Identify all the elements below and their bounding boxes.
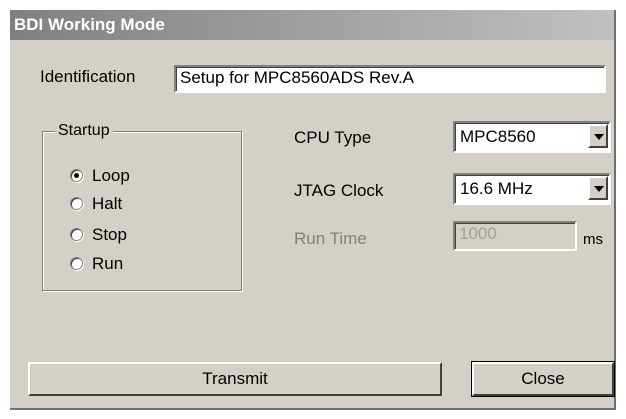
radio-unchecked-icon[interactable] [70,197,83,210]
cpu-type-label: CPU Type [294,128,372,147]
jtag-clock-select[interactable]: 16.6 MHz [453,173,611,205]
run-time-unit: ms [583,231,603,248]
run-time-input: 1000 [453,221,577,251]
close-button[interactable]: Close [471,361,615,397]
dialog-title: BDI Working Mode [10,10,614,40]
identification-input[interactable]: Setup for MPC8560ADS Rev.A [174,65,606,93]
chevron-down-icon[interactable] [588,124,608,148]
cpu-type-select[interactable]: MPC8560 [453,121,611,153]
jtag-clock-value: 16.6 MHz [460,179,533,198]
jtag-clock-label: JTAG Clock [294,181,384,200]
run-time-label: Run Time [294,229,367,248]
identification-label: Identification [40,67,136,86]
bdi-working-mode-dialog: BDI Working Mode Identification Setup fo… [10,10,616,410]
cpu-type-value: MPC8560 [460,127,536,146]
radio-label-halt: Halt [92,194,123,213]
radio-checked-icon[interactable] [70,169,83,182]
radio-label-stop: Stop [92,225,127,244]
radio-unchecked-icon[interactable] [70,228,83,241]
chevron-down-icon[interactable] [588,176,608,200]
startup-group-title: Startup [55,122,113,140]
radio-label-run: Run [92,254,124,273]
radio-unchecked-icon[interactable] [70,257,83,270]
transmit-button[interactable]: Transmit [28,362,442,396]
radio-label-loop: Loop [92,166,130,185]
